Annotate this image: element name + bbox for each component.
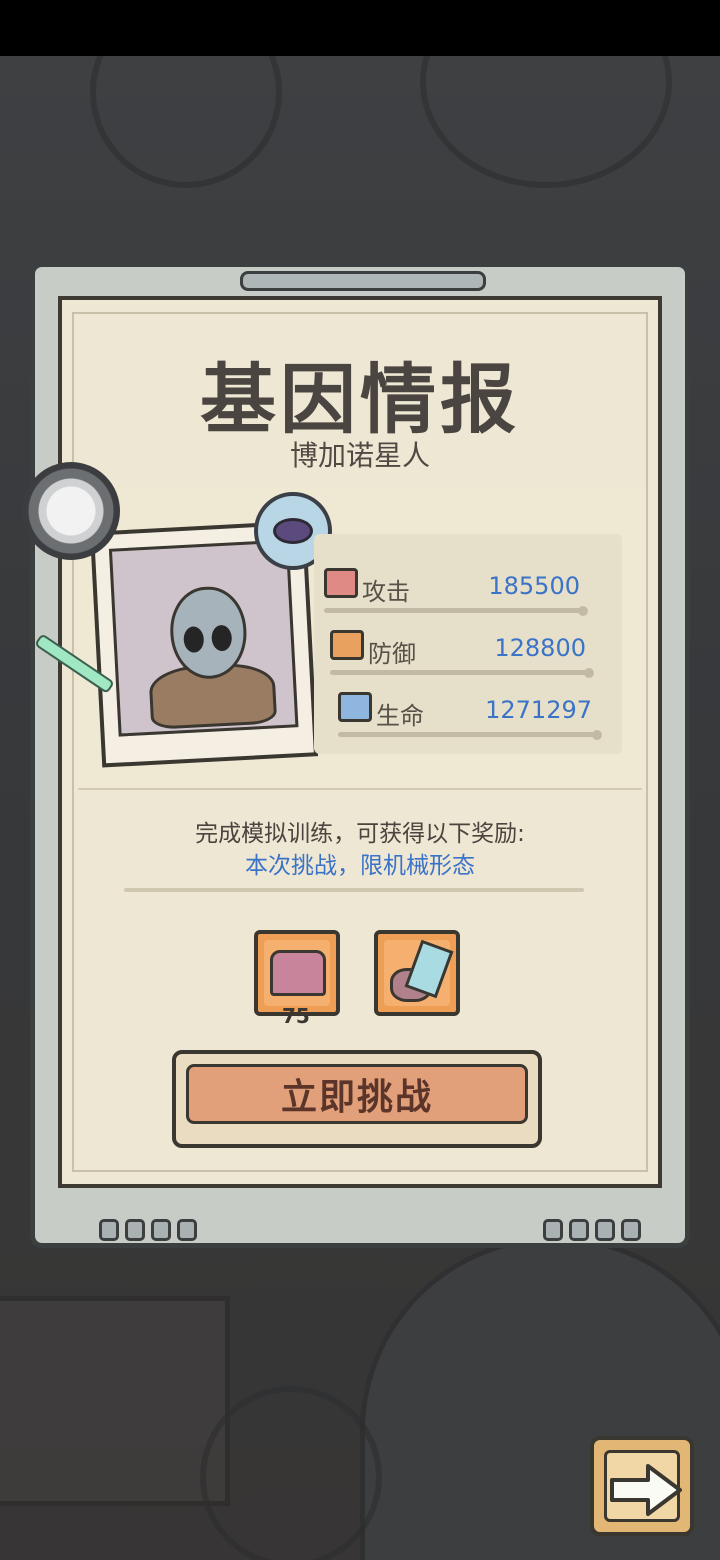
floating-assist-button[interactable] [22, 462, 120, 560]
divider [124, 888, 584, 892]
reward-description: 完成模拟训练，可获得以下奖励: [195, 821, 525, 847]
challenge-button-label: 立即挑战 [280, 1077, 433, 1118]
reward-count: 75 [282, 1004, 310, 1028]
arrow-right-icon [610, 1464, 682, 1516]
defense-icon [330, 630, 364, 660]
stat-row-health: 生命 1271297 [314, 690, 622, 750]
stats-box: 攻击 185500 防御 128800 生命 1271297 [314, 534, 622, 754]
challenge-button[interactable]: 立即挑战 [172, 1050, 542, 1148]
treasure-chest-icon [270, 950, 326, 996]
stat-value: 1271297 [485, 696, 592, 724]
stat-row-attack: 攻击 185500 [314, 566, 622, 626]
panel-vent-left [99, 1219, 197, 1241]
stat-label: 生命 [376, 702, 424, 730]
stat-value: 185500 [488, 572, 580, 600]
stat-row-defense: 防御 128800 [314, 628, 622, 688]
health-icon [338, 692, 372, 722]
panel-vent-right [543, 1219, 641, 1241]
status-bar [0, 0, 720, 56]
challenge-restriction: 本次挑战，限机械形态 [245, 853, 475, 879]
stat-value: 128800 [494, 634, 586, 662]
reward-item-crystal-claw[interactable] [374, 930, 460, 1016]
attack-icon [324, 568, 358, 598]
stat-label: 攻击 [362, 578, 410, 606]
enemy-name: 博加诺星人 [289, 439, 430, 472]
stat-label: 防御 [368, 640, 416, 668]
page-title: 基因情报 [200, 355, 520, 444]
next-button[interactable] [590, 1436, 694, 1536]
panel-top-slot [240, 271, 486, 291]
